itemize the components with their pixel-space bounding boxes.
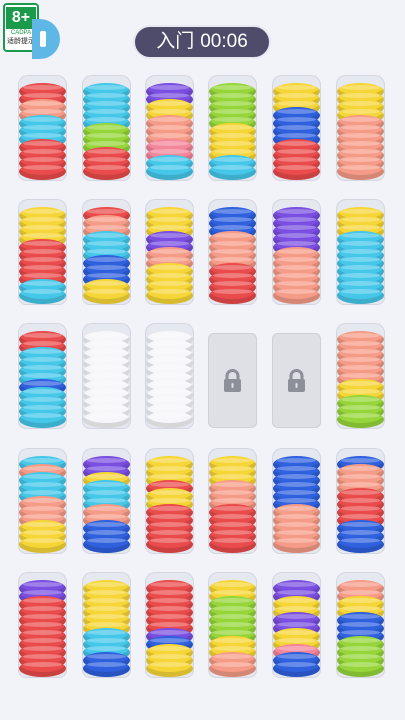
tube[interactable] xyxy=(18,448,67,554)
level-label: 入门 xyxy=(156,31,195,52)
ring-salmon xyxy=(337,163,384,180)
tube[interactable] xyxy=(82,572,131,678)
level-timer-pill: 入门 00:06 xyxy=(133,25,271,59)
tube[interactable] xyxy=(145,75,194,181)
tube[interactable] xyxy=(145,448,194,554)
ring-white xyxy=(83,411,130,428)
ring-yellow xyxy=(146,287,193,304)
ring-salmon xyxy=(209,660,256,677)
tube[interactable] xyxy=(82,323,131,429)
tube[interactable] xyxy=(18,75,67,181)
ring-red xyxy=(19,660,66,677)
ring-green xyxy=(337,660,384,677)
ring-red xyxy=(209,536,256,553)
tube[interactable] xyxy=(82,448,131,554)
ring-blue xyxy=(83,536,130,553)
ring-blue xyxy=(273,660,320,677)
tube[interactable] xyxy=(272,572,321,678)
ring-yellow xyxy=(146,660,193,677)
locked-tube[interactable] xyxy=(208,333,257,428)
ring-red xyxy=(273,163,320,180)
ring-red xyxy=(209,287,256,304)
tube[interactable] xyxy=(145,199,194,305)
age-rating-tip: 适龄提示 xyxy=(7,38,35,45)
tube[interactable] xyxy=(82,75,131,181)
ring-white xyxy=(146,411,193,428)
ring-cyan xyxy=(19,287,66,304)
ring-cyan xyxy=(209,163,256,180)
ring-cyan xyxy=(19,411,66,428)
tube[interactable] xyxy=(272,75,321,181)
tube[interactable] xyxy=(272,199,321,305)
ring-red xyxy=(146,536,193,553)
tube[interactable] xyxy=(208,75,257,181)
tube[interactable] xyxy=(18,572,67,678)
ring-salmon xyxy=(273,536,320,553)
menu-tab-button[interactable] xyxy=(32,19,60,59)
ring-salmon xyxy=(273,287,320,304)
tube[interactable] xyxy=(336,75,385,181)
ring-green xyxy=(337,411,384,428)
tube[interactable] xyxy=(18,323,67,429)
tube[interactable] xyxy=(336,572,385,678)
ring-red xyxy=(83,163,130,180)
tube[interactable] xyxy=(336,199,385,305)
locked-tube[interactable] xyxy=(272,333,321,428)
tube[interactable] xyxy=(208,448,257,554)
lock-icon xyxy=(288,369,305,392)
tube[interactable] xyxy=(336,323,385,429)
tube[interactable] xyxy=(145,572,194,678)
tube[interactable] xyxy=(82,199,131,305)
ring-yellow xyxy=(83,287,130,304)
ring-blue xyxy=(83,660,130,677)
ring-red xyxy=(19,163,66,180)
ring-cyan xyxy=(337,287,384,304)
ring-blue xyxy=(337,536,384,553)
ring-cyan xyxy=(146,163,193,180)
lock-icon xyxy=(224,369,241,392)
ring-yellow xyxy=(19,536,66,553)
tube[interactable] xyxy=(208,572,257,678)
tube[interactable] xyxy=(145,323,194,429)
timer: 00:06 xyxy=(200,31,248,52)
tube[interactable] xyxy=(272,448,321,554)
tube[interactable] xyxy=(336,448,385,554)
tube[interactable] xyxy=(208,199,257,305)
tube[interactable] xyxy=(18,199,67,305)
